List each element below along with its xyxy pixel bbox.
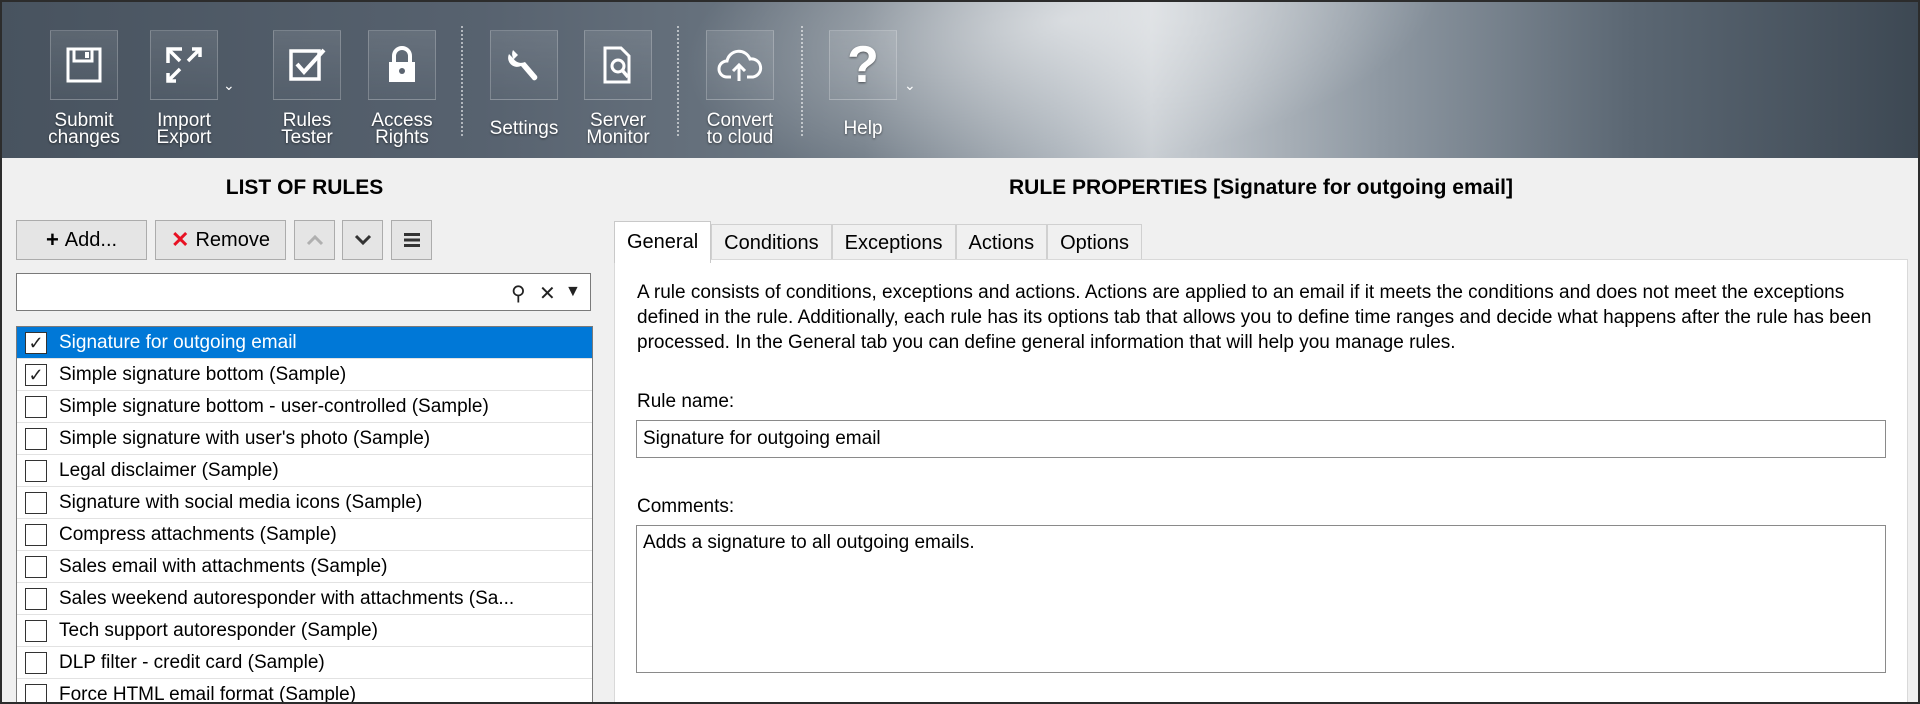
chevron-down-icon — [354, 234, 371, 246]
help-label: Help — [843, 118, 883, 139]
submit-changes-button[interactable]: Submit changes — [42, 30, 126, 148]
ribbon-toolbar: Submit changes Import Export ⌄ Rules Tes… — [2, 2, 1918, 158]
remove-rule-label: Remove — [195, 228, 270, 251]
general-description: A rule consists of conditions, exception… — [637, 282, 1872, 353]
add-rule-button[interactable]: + Add... — [16, 220, 147, 260]
help-button[interactable]: ? Help — [828, 30, 898, 139]
list-of-rules-title: LIST OF RULES — [225, 176, 384, 199]
checkbox-unchecked[interactable] — [25, 555, 47, 578]
ribbon-separator — [801, 26, 803, 136]
remove-rule-button[interactable]: ✕ Remove — [155, 220, 286, 260]
rule-name-label: Simple signature with user's photo (Samp… — [59, 427, 431, 449]
help-icon: ? — [847, 36, 879, 94]
clear-icon[interactable]: ✕ — [539, 281, 556, 306]
rule-name-label: Compress attachments (Sample) — [59, 523, 337, 545]
rule-name-label: Signature with social media icons (Sampl… — [59, 491, 423, 513]
rule-properties-title: RULE PROPERTIES [Signature for outgoing … — [1008, 176, 1514, 199]
convert-to-cloud-label: Convert to cloud — [706, 110, 774, 148]
server-monitor-icon — [603, 46, 631, 84]
save-icon — [66, 47, 102, 83]
comments-field[interactable]: Adds a signature to all outgoing emails. — [636, 525, 1886, 673]
submit-changes-label: Submit changes — [48, 110, 120, 148]
properties-tabs: General Conditions Exceptions Actions Op… — [614, 221, 1143, 263]
rule-list-item[interactable]: Simple signature with user's photo (Samp… — [17, 423, 592, 455]
cloud-upload-icon — [717, 49, 763, 81]
rule-list-item[interactable]: Tech support autoresponder (Sample) — [17, 615, 592, 647]
checkbox-unchecked[interactable] — [25, 459, 47, 482]
checkbox-unchecked[interactable] — [25, 395, 47, 418]
rule-name-label: Rule name: — [637, 391, 735, 412]
filter-dropdown-icon[interactable]: ▼ — [565, 283, 581, 301]
checkbox-unchecked[interactable] — [25, 651, 47, 674]
comments-label: Comments: — [637, 496, 735, 517]
rule-name-label: DLP filter - credit card (Sample) — [59, 651, 325, 673]
wrench-icon — [508, 50, 538, 81]
rule-list-item[interactable]: Compress attachments (Sample) — [17, 519, 592, 551]
rules-list: ✓ Signature for outgoing email ✓ Simple sig… — [16, 326, 593, 704]
checkbox-checked[interactable]: ✓ — [25, 363, 47, 386]
rules-tester-button[interactable]: Rules Tester — [268, 30, 346, 148]
tab-actions[interactable]: Actions — [955, 224, 1048, 262]
rule-name-field[interactable]: Signature for outgoing email — [636, 420, 1886, 458]
general-tab-page: A rule consists of conditions, exception… — [614, 259, 1908, 702]
rule-list-item[interactable]: ✓ Signature for outgoing email — [17, 327, 592, 359]
checkbox-unchecked[interactable] — [25, 619, 47, 642]
rule-name-label: Simple signature bottom - user-controlle… — [59, 395, 489, 417]
remove-x-icon: ✕ — [171, 227, 190, 252]
rule-list-item[interactable]: DLP filter - credit card (Sample) — [17, 647, 592, 679]
import-export-icon — [166, 47, 202, 83]
checkbox-checked[interactable]: ✓ — [25, 331, 47, 354]
checkbox-unchecked[interactable] — [25, 523, 47, 546]
checkbox-icon — [289, 48, 326, 81]
access-rights-label: Access Rights — [371, 110, 433, 148]
rule-list-item[interactable]: Sales email with attachments (Sample) — [17, 551, 592, 583]
rule-name-label: Force HTML email format (Sample) — [59, 683, 357, 704]
rule-name-label: Tech support autoresponder (Sample) — [59, 619, 378, 641]
rule-name-label: Sales weekend autoresponder with attachm… — [59, 587, 515, 609]
rule-name-label: Legal disclaimer (Sample) — [59, 459, 279, 481]
move-up-button[interactable] — [294, 220, 335, 260]
chevron-up-icon — [306, 234, 323, 246]
plus-icon: + — [45, 227, 59, 252]
lock-icon — [389, 46, 415, 82]
ribbon-separator — [461, 26, 463, 136]
checkbox-unchecked[interactable] — [25, 587, 47, 610]
list-menu-button[interactable] — [391, 220, 432, 260]
convert-to-cloud-button[interactable]: Convert to cloud — [696, 30, 784, 148]
access-rights-button[interactable]: Access Rights — [360, 30, 444, 148]
rule-name-label: Sales email with attachments (Sample) — [59, 555, 388, 577]
add-rule-label: Add... — [64, 228, 118, 251]
menu-icon — [403, 233, 420, 247]
settings-button[interactable]: Settings — [484, 30, 564, 139]
import-export-button[interactable]: Import Export — [143, 30, 225, 148]
import-export-label: Import Export — [156, 110, 212, 148]
server-monitor-button[interactable]: Server Monitor — [578, 30, 658, 148]
server-monitor-label: Server Monitor — [586, 110, 650, 148]
rule-list-item[interactable]: Signature with social media icons (Sampl… — [17, 487, 592, 519]
rule-list-item[interactable]: Simple signature bottom - user-controlle… — [17, 391, 592, 423]
rule-list-item[interactable]: Force HTML email format (Sample) — [17, 679, 592, 704]
rule-list-item[interactable]: Legal disclaimer (Sample) — [17, 455, 592, 487]
checkbox-unchecked[interactable] — [25, 427, 47, 450]
tab-options[interactable]: Options — [1047, 224, 1143, 262]
rule-name-label: Signature for outgoing email — [59, 331, 297, 353]
move-down-button[interactable] — [342, 220, 383, 260]
rule-list-item[interactable]: ✓ Simple signature bottom (Sample) — [17, 359, 592, 391]
rules-search-box[interactable]: ⚲ ✕ ▼ — [16, 273, 591, 311]
tab-conditions[interactable]: Conditions — [711, 224, 832, 262]
settings-label: Settings — [489, 118, 559, 139]
tab-general[interactable]: General — [614, 221, 712, 263]
import-export-chevron-down-icon[interactable]: ⌄ — [223, 77, 235, 94]
rules-tester-label: Rules Tester — [281, 110, 333, 148]
tab-exceptions[interactable]: Exceptions — [831, 224, 956, 262]
rule-list-item[interactable]: Sales weekend autoresponder with attachm… — [17, 583, 592, 615]
rule-name-label: Simple signature bottom (Sample) — [59, 363, 347, 385]
app-window: Submit changes Import Export ⌄ Rules Tes… — [0, 0, 1920, 704]
checkbox-unchecked[interactable] — [25, 491, 47, 514]
help-chevron-down-icon[interactable]: ⌄ — [904, 77, 916, 94]
ribbon-separator — [677, 26, 679, 136]
checkbox-unchecked[interactable] — [25, 683, 47, 702]
rules-search-input[interactable] — [21, 278, 501, 306]
search-icon[interactable]: ⚲ — [511, 281, 526, 306]
